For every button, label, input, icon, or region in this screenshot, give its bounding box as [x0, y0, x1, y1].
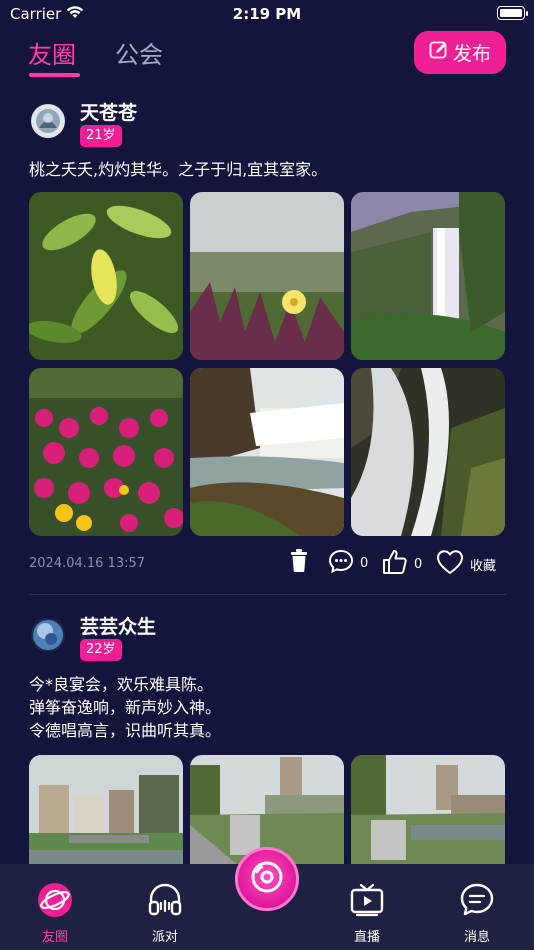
- like-count: 0: [414, 556, 423, 572]
- post-text-line: 令德唱高言，识曲听其真。: [29, 721, 222, 740]
- publish-label: 发布: [452, 43, 491, 65]
- tabbar-label: 直播: [353, 930, 380, 945]
- post-photo[interactable]: [190, 192, 344, 360]
- tabbar-item-friends[interactable]: 友圈: [25, 882, 85, 945]
- headphones-icon: [147, 882, 183, 922]
- active-tab-indicator: [29, 73, 80, 77]
- age-badge: 21岁: [80, 125, 122, 147]
- avatar[interactable]: [31, 618, 65, 652]
- post-username[interactable]: 天苍苍: [80, 98, 137, 125]
- post-photo[interactable]: [190, 368, 344, 536]
- status-time: 2:19 PM: [232, 5, 302, 23]
- battery-icon: [497, 6, 528, 20]
- post-photo[interactable]: [29, 755, 183, 875]
- tabbar-label: 派对: [151, 930, 178, 945]
- comment-icon: [328, 549, 354, 577]
- tabbar-label: 消息: [463, 930, 490, 945]
- post-text-line: 弹筝奋逸响，新声妙入神。: [29, 698, 222, 717]
- tabbar-item-live[interactable]: 直播: [337, 882, 397, 945]
- tabbar-item-messages[interactable]: 消息: [447, 882, 507, 945]
- post-text: 今*良宴会，欢乐难具陈。 弹筝奋逸响，新声妙入神。 令德唱高言，识曲听其真。: [29, 673, 505, 742]
- like-button[interactable]: 0: [382, 549, 422, 579]
- record-button[interactable]: [235, 847, 299, 911]
- tabbar-item-party[interactable]: 派对: [135, 882, 195, 945]
- post-photo[interactable]: [29, 192, 183, 360]
- delete-button[interactable]: [289, 549, 309, 577]
- avatar[interactable]: [31, 104, 65, 138]
- record-icon: [250, 860, 284, 898]
- post-username[interactable]: 芸芸众生: [80, 612, 156, 639]
- edit-icon: [429, 40, 449, 65]
- heart-icon: [436, 549, 464, 579]
- planet-icon: [37, 882, 73, 922]
- tv-icon: [349, 882, 385, 922]
- post-photo[interactable]: [351, 368, 505, 536]
- post-photo[interactable]: [351, 755, 505, 875]
- post-text-line: 桃之夭夭,灼灼其华。之子于归,宜其室家。: [29, 160, 328, 179]
- status-bar: Carrier 2:19 PM: [0, 0, 534, 30]
- post-photo[interactable]: [29, 368, 183, 536]
- age-badge: 22岁: [80, 639, 122, 661]
- post-photo[interactable]: [351, 192, 505, 360]
- post-date: 2024.04.16 13:57: [29, 556, 146, 571]
- tab-guild[interactable]: 公会: [115, 35, 163, 70]
- comment-button[interactable]: 0: [328, 549, 368, 577]
- thumbs-up-icon: [382, 549, 408, 579]
- trash-icon: [289, 549, 309, 577]
- tab-friends[interactable]: 友圈: [28, 35, 76, 70]
- post-text-line: 今*良宴会，欢乐难具陈。: [29, 675, 214, 694]
- chat-icon: [459, 882, 495, 922]
- publish-button[interactable]: 发布: [414, 31, 506, 74]
- post-divider: [29, 594, 506, 595]
- favorite-label: 收藏: [470, 558, 497, 574]
- comment-count: 0: [360, 555, 369, 571]
- favorite-button[interactable]: 收藏: [436, 549, 496, 579]
- tabbar-label: 友圈: [41, 930, 68, 945]
- post-text: 桃之夭夭,灼灼其华。之子于归,宜其室家。: [29, 158, 505, 181]
